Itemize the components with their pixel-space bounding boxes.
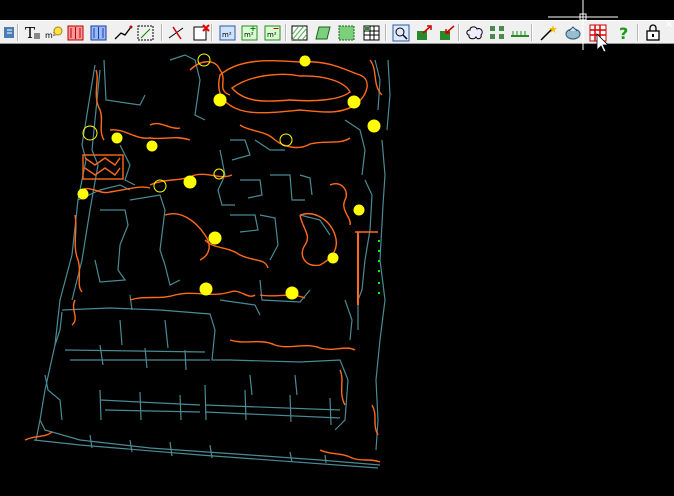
- toolbar-separator: [211, 24, 213, 41]
- toolbar-separator: [17, 24, 19, 41]
- area-subtract-icon: m²: [264, 25, 281, 41]
- hatch-edit-icon: [338, 25, 355, 41]
- area-m2-icon: m²: [219, 25, 236, 41]
- mirror-blue-icon: [90, 25, 107, 41]
- grid-red-button[interactable]: [588, 23, 608, 42]
- area-add-icon: m²: [241, 25, 258, 41]
- toolbar-grip-icon: [4, 27, 14, 38]
- array-blocks-icon: [490, 26, 504, 39]
- toolbar-separator: [531, 24, 533, 41]
- help-button[interactable]: ?: [614, 23, 634, 42]
- text-style-button[interactable]: T: [23, 23, 43, 42]
- marker-dots: [378, 240, 380, 294]
- zoom-search-button[interactable]: [391, 23, 411, 42]
- toolbar-separator: [385, 24, 387, 41]
- cloud-shape-button[interactable]: [465, 23, 485, 42]
- wand-button[interactable]: [538, 23, 558, 42]
- svg-text:m²: m²: [244, 31, 254, 39]
- close-button[interactable]: ×: [664, 20, 674, 30]
- dimension-box-button[interactable]: [136, 23, 156, 42]
- planting-button[interactable]: [563, 23, 583, 42]
- grid-table-icon: [363, 25, 380, 41]
- mirror-red-icon: [67, 25, 84, 41]
- toolbar-separator: [458, 24, 460, 41]
- help-icon: ?: [619, 24, 628, 42]
- mirror-red-button[interactable]: [66, 23, 86, 42]
- svg-text:T: T: [25, 24, 35, 42]
- fence-line-button[interactable]: [510, 23, 530, 42]
- delete-object-button[interactable]: [191, 23, 211, 42]
- import-arrow-button[interactable]: [438, 23, 458, 42]
- drawing-canvas[interactable]: [0, 0, 674, 496]
- planting-icon: [565, 26, 581, 40]
- import-arrow-icon: [440, 25, 455, 40]
- hatch-green-button[interactable]: [313, 23, 333, 42]
- toolbar-grip-button[interactable]: [2, 23, 22, 42]
- hatch-pattern-icon: [291, 25, 308, 41]
- toolbar-separator: [161, 24, 163, 41]
- mirror-blue-button[interactable]: [89, 23, 109, 42]
- cad-toolbar: Tm² m² m² m²?: [0, 20, 674, 44]
- grid-table-button[interactable]: [362, 23, 382, 42]
- text-annotation-button[interactable]: m²: [44, 23, 64, 42]
- polyline-icon: [114, 25, 133, 40]
- help-glyph: ?: [619, 24, 628, 42]
- area-subtract-button[interactable]: m²: [263, 23, 283, 42]
- area-add-button[interactable]: m²: [240, 23, 260, 42]
- wand-icon: [540, 25, 557, 41]
- trim-icon: [168, 26, 184, 40]
- svg-text:m²: m²: [267, 31, 277, 39]
- lock-button[interactable]: [643, 23, 663, 42]
- array-blocks-button[interactable]: [488, 23, 508, 42]
- grid-red-icon: [589, 24, 607, 42]
- text-style-icon: T: [25, 24, 40, 42]
- trim-button[interactable]: [167, 23, 187, 42]
- area-m2-button[interactable]: m²: [218, 23, 238, 42]
- text-annotation-icon: m²: [45, 26, 63, 40]
- zoom-search-icon: [392, 24, 410, 42]
- cloud-shape-icon: [466, 26, 483, 40]
- fence-line-icon: [511, 31, 529, 37]
- delete-object-icon: [193, 24, 210, 41]
- dimension-box-icon: [137, 25, 154, 41]
- hatch-pattern-button[interactable]: [290, 23, 310, 42]
- hatch-green-icon: [315, 26, 331, 40]
- lock-icon: [646, 24, 660, 41]
- toolbar-separator: [637, 24, 639, 41]
- svg-text:m²: m²: [222, 31, 232, 39]
- export-arrow-button[interactable]: [415, 23, 435, 42]
- toolbar-separator: [285, 24, 287, 41]
- export-arrow-icon: [417, 25, 432, 40]
- polyline-button[interactable]: [113, 23, 133, 42]
- hatch-edit-button[interactable]: [337, 23, 357, 42]
